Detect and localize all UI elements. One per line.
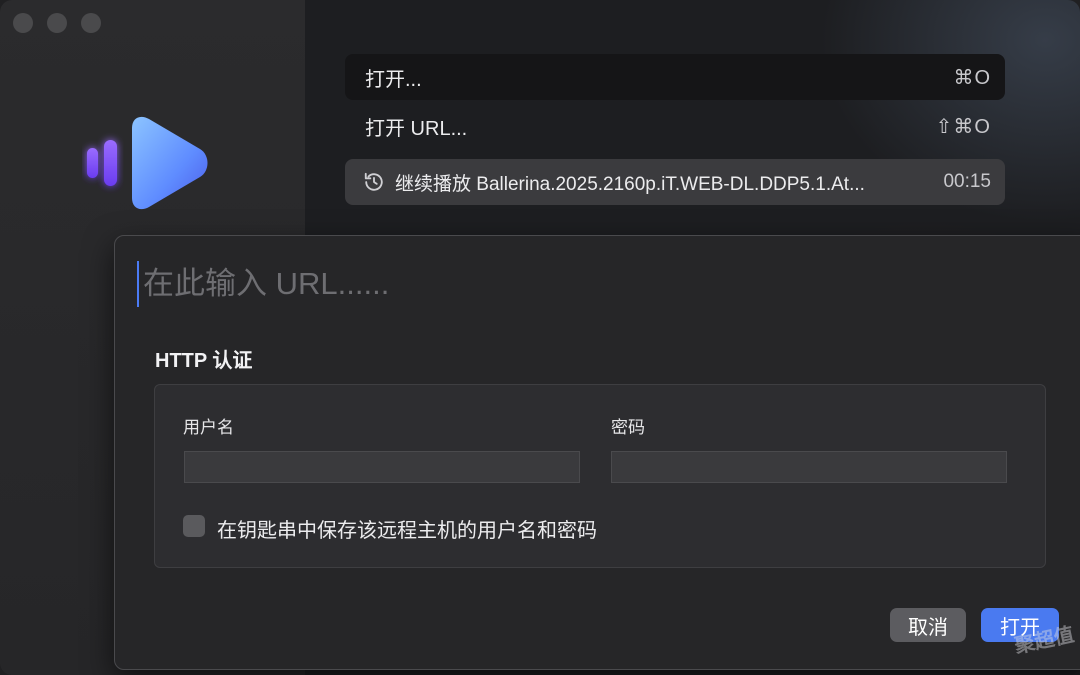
save-keychain-checkbox[interactable] (183, 515, 205, 537)
history-clock-icon (364, 172, 383, 191)
app-logo (87, 116, 208, 210)
password-field[interactable] (611, 451, 1007, 483)
open-url-item[interactable]: 打开 URL... ⇧⌘O (345, 103, 1005, 149)
url-input[interactable] (137, 261, 1003, 307)
cancel-button[interactable]: 取消 (890, 608, 966, 642)
zoom-window-button[interactable] (81, 13, 101, 33)
password-label: 密码 (611, 418, 645, 437)
resume-playback-item[interactable]: 继续播放 Ballerina.2025.2160p.iT.WEB-DL.DDP5… (345, 159, 1005, 205)
resume-playback-time: 00:15 (943, 171, 991, 192)
username-field[interactable] (184, 451, 580, 483)
username-label: 用户名 (183, 418, 234, 437)
open-file-item[interactable]: 打开... ⌘O (345, 54, 1005, 100)
save-keychain-label: 在钥匙串中保存该远程主机的用户名和密码 (217, 520, 597, 542)
open-url-sheet: HTTP 认证 用户名 密码 在钥匙串中保存该远程主机的用户名和密码 取消 打开 (114, 235, 1080, 670)
open-url-label: 打开 URL... (365, 117, 468, 140)
resume-playback-label: 继续播放 Ballerina.2025.2160p.iT.WEB-DL.DDP5… (395, 173, 865, 195)
http-auth-panel: 用户名 密码 在钥匙串中保存该远程主机的用户名和密码 (154, 384, 1046, 568)
open-file-shortcut: ⌘O (953, 66, 991, 89)
http-auth-title: HTTP 认证 (155, 350, 253, 372)
open-url-shortcut: ⇧⌘O (935, 115, 991, 138)
close-window-button[interactable] (13, 13, 33, 33)
open-file-label: 打开... (365, 68, 422, 91)
minimize-window-button[interactable] (47, 13, 67, 33)
